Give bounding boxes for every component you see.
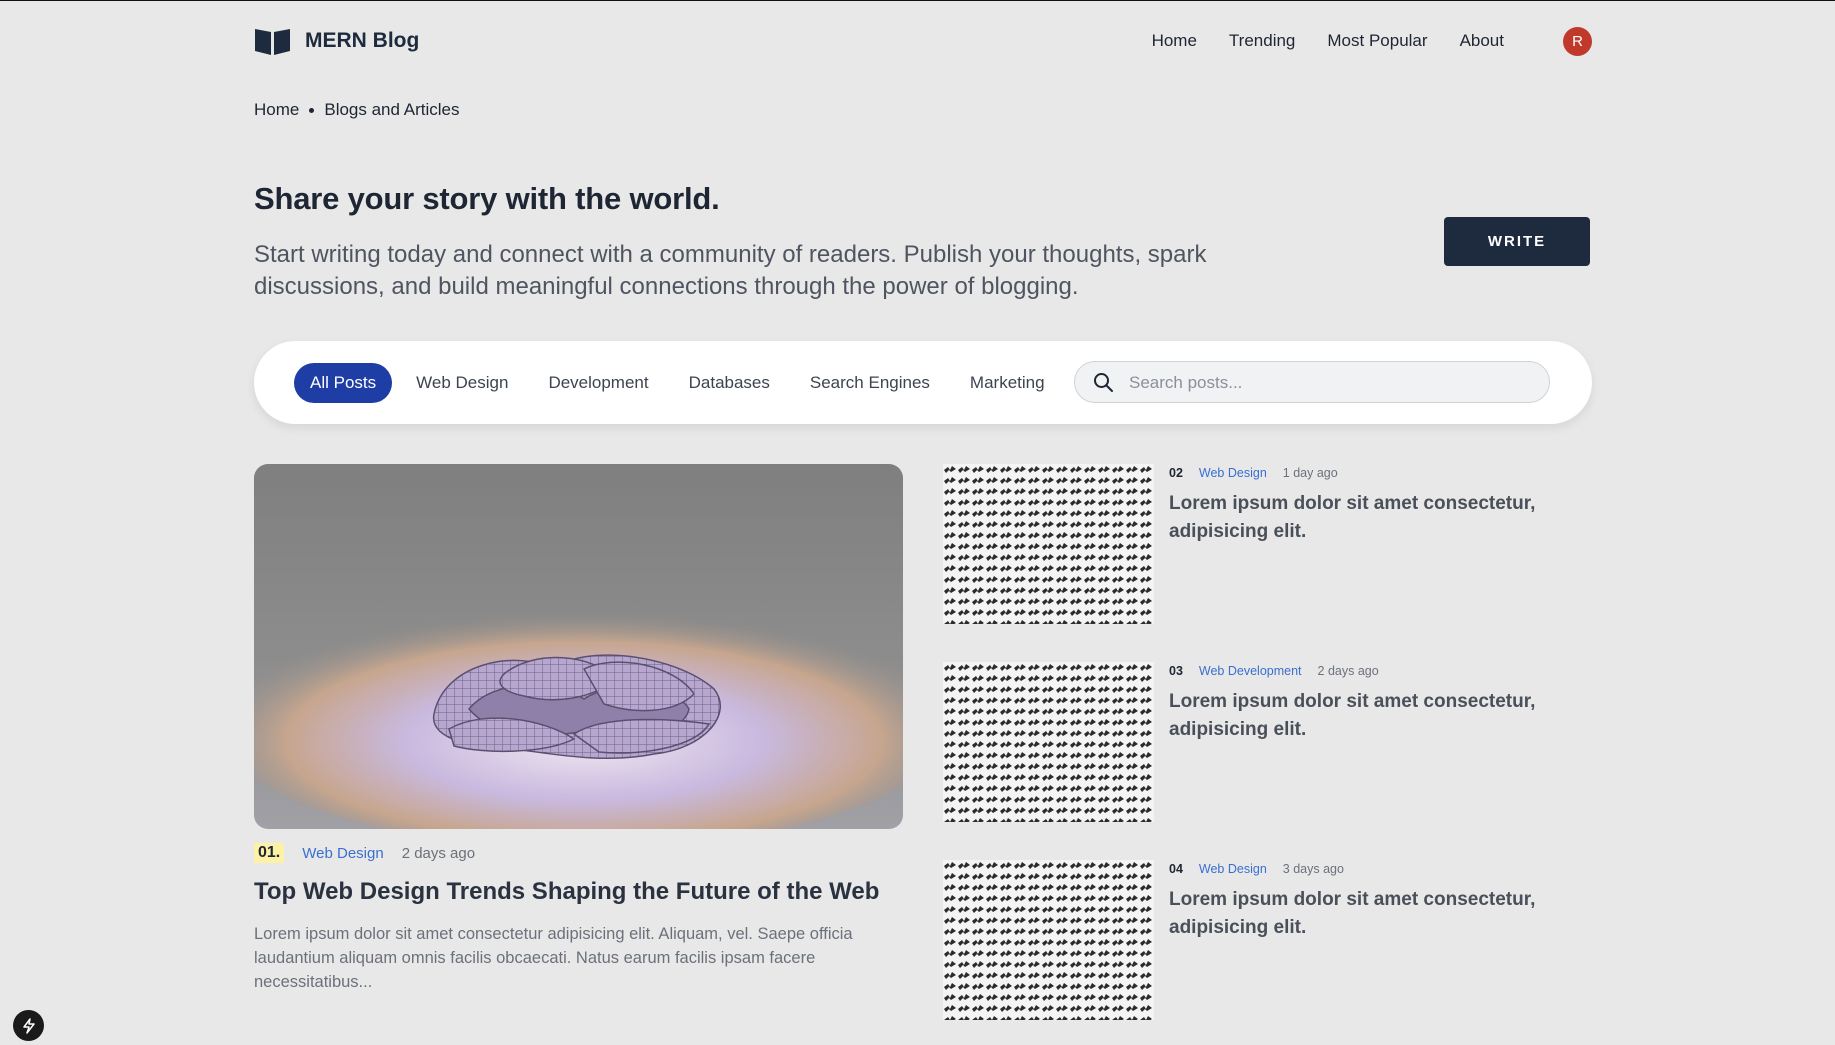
filter-bar: All Posts Web Design Development Databas… xyxy=(254,341,1592,424)
hero-title: Share your story with the world. xyxy=(254,181,720,216)
nav-most-popular[interactable]: Most Popular xyxy=(1327,31,1427,51)
featured-post-excerpt: Lorem ipsum dolor sit amet consectetur a… xyxy=(254,925,853,991)
tab-search-engines[interactable]: Search Engines xyxy=(790,363,950,403)
featured-knot-image xyxy=(254,609,903,829)
breadcrumb-current: Blogs and Articles xyxy=(324,100,460,119)
post-category[interactable]: Web Development xyxy=(1199,664,1302,678)
post-meta: 03 Web Development 2 days ago xyxy=(1169,664,1379,678)
category-tabs: All Posts Web Design Development Databas… xyxy=(294,363,1065,403)
tab-marketing[interactable]: Marketing xyxy=(950,363,1065,403)
nav-home[interactable]: Home xyxy=(1152,31,1197,51)
post-thumbnail[interactable] xyxy=(943,860,1154,1020)
featured-post-title[interactable]: Top Web Design Trends Shaping the Future… xyxy=(254,878,914,906)
tab-all-posts[interactable]: All Posts xyxy=(294,363,393,403)
hero-subtitle: Start writing today and connect with a c… xyxy=(254,241,1207,300)
post-number: 04 xyxy=(1169,862,1183,876)
brand-logo[interactable]: MERN Blog xyxy=(254,26,419,56)
lightning-bolt-icon xyxy=(22,1017,35,1034)
featured-post-number: 01. xyxy=(254,843,285,863)
nav-trending[interactable]: Trending xyxy=(1229,31,1295,51)
list-item[interactable]: 04 Web Design 3 days ago Lorem ipsum dol… xyxy=(943,860,1592,1020)
search-box xyxy=(1074,361,1550,404)
tab-databases[interactable]: Databases xyxy=(669,363,790,403)
breadcrumb: Home Blogs and Articles xyxy=(254,100,460,120)
tab-development[interactable]: Development xyxy=(528,363,668,403)
dev-tools-button[interactable] xyxy=(13,1010,44,1041)
tab-web-design[interactable]: Web Design xyxy=(396,363,528,403)
post-time: 2 days ago xyxy=(1317,664,1379,678)
birds-pattern-image xyxy=(943,464,1154,624)
post-title[interactable]: Lorem ipsum dolor sit amet consectetur, … xyxy=(1169,688,1569,744)
post-meta: 02 Web Design 1 day ago xyxy=(1169,466,1338,480)
birds-pattern-image xyxy=(943,662,1154,822)
list-item[interactable]: 03 Web Development 2 days ago Lorem ipsu… xyxy=(943,662,1592,822)
open-book-icon xyxy=(255,29,290,55)
birds-pattern-image xyxy=(943,860,1154,1020)
header: MERN Blog Home Trending Most Popular Abo… xyxy=(254,26,1592,60)
breadcrumb-separator xyxy=(309,107,315,113)
post-title[interactable]: Lorem ipsum dolor sit amet consectetur, … xyxy=(1169,886,1569,942)
nav-about[interactable]: About xyxy=(1460,31,1504,51)
user-avatar[interactable]: R xyxy=(1563,27,1592,56)
post-meta: 04 Web Design 3 days ago xyxy=(1169,862,1344,876)
post-number: 03 xyxy=(1169,664,1183,678)
search-icon xyxy=(1094,373,1113,392)
featured-post-meta: 01. Web Design 2 days ago xyxy=(254,843,475,863)
breadcrumb-home[interactable]: Home xyxy=(254,100,299,120)
featured-post-category[interactable]: Web Design xyxy=(302,845,383,862)
brand-name: MERN Blog xyxy=(305,29,420,52)
featured-post-time: 2 days ago xyxy=(401,844,476,862)
post-thumbnail[interactable] xyxy=(943,464,1154,624)
post-category[interactable]: Web Design xyxy=(1199,862,1267,876)
write-button[interactable]: WRITE xyxy=(1444,217,1590,266)
post-number: 02 xyxy=(1169,466,1183,480)
list-item[interactable]: 02 Web Design 1 day ago Lorem ipsum dolo… xyxy=(943,464,1592,624)
search-input[interactable] xyxy=(1127,362,1531,404)
post-thumbnail[interactable] xyxy=(943,662,1154,822)
post-category[interactable]: Web Design xyxy=(1199,466,1267,480)
post-time: 3 days ago xyxy=(1282,862,1344,876)
featured-post-image[interactable] xyxy=(254,464,903,829)
main-nav: Home Trending Most Popular About xyxy=(1152,31,1504,51)
post-time: 1 day ago xyxy=(1282,466,1338,480)
post-title[interactable]: Lorem ipsum dolor sit amet consectetur, … xyxy=(1169,490,1569,546)
